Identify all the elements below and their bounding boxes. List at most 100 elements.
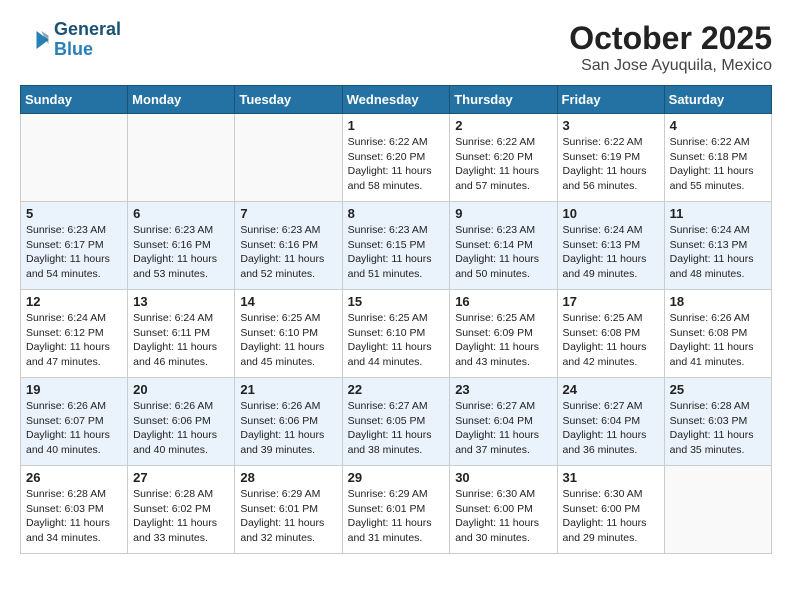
weekday-header: Thursday [450,86,557,114]
day-number: 20 [133,382,229,397]
day-number: 17 [563,294,659,309]
calendar-day: 26 Sunrise: 6:28 AM Sunset: 6:03 PM Dayli… [21,466,128,554]
day-info: Sunrise: 6:27 AM Sunset: 6:05 PM Dayligh… [348,399,445,458]
weekday-header: Saturday [664,86,771,114]
day-info: Sunrise: 6:29 AM Sunset: 6:01 PM Dayligh… [348,487,445,546]
day-number: 6 [133,206,229,221]
day-info: Sunrise: 6:26 AM Sunset: 6:06 PM Dayligh… [133,399,229,458]
calendar-day: 10 Sunrise: 6:24 AM Sunset: 6:13 PM Dayli… [557,202,664,290]
calendar-day: 29 Sunrise: 6:29 AM Sunset: 6:01 PM Dayli… [342,466,450,554]
calendar-day: 13 Sunrise: 6:24 AM Sunset: 6:11 PM Dayli… [128,290,235,378]
calendar-empty [21,114,128,202]
calendar-day: 30Sunrise: 6:30 AM Sunset: 6:00 PM Dayli… [450,466,557,554]
day-number: 18 [670,294,766,309]
day-number: 4 [670,118,766,133]
calendar-empty [235,114,342,202]
calendar-day: 24Sunrise: 6:27 AM Sunset: 6:04 PM Dayli… [557,378,664,466]
calendar-day: 9Sunrise: 6:23 AM Sunset: 6:14 PM Daylig… [450,202,557,290]
calendar-day: 2Sunrise: 6:22 AM Sunset: 6:20 PM Daylig… [450,114,557,202]
day-info: Sunrise: 6:30 AM Sunset: 6:00 PM Dayligh… [563,487,659,546]
calendar-day: 23 Sunrise: 6:27 AM Sunset: 6:04 PM Dayli… [450,378,557,466]
day-info: Sunrise: 6:26 AM Sunset: 6:06 PM Dayligh… [240,399,336,458]
day-info: Sunrise: 6:26 AM Sunset: 6:08 PM Dayligh… [670,311,766,370]
day-info: Sunrise: 6:28 AM Sunset: 6:02 PM Dayligh… [133,487,229,546]
calendar-week-row: 19 Sunrise: 6:26 AM Sunset: 6:07 PM Dayli… [21,378,772,466]
calendar-day: 18 Sunrise: 6:26 AM Sunset: 6:08 PM Dayli… [664,290,771,378]
day-info: Sunrise: 6:28 AM Sunset: 6:03 PM Dayligh… [670,399,766,458]
day-info: Sunrise: 6:28 AM Sunset: 6:03 PM Dayligh… [26,487,122,546]
day-number: 11 [670,206,766,221]
calendar-day: 3Sunrise: 6:22 AM Sunset: 6:19 PM Daylig… [557,114,664,202]
day-info: Sunrise: 6:23 AM Sunset: 6:15 PM Dayligh… [348,223,445,282]
calendar-day: 28 Sunrise: 6:29 AM Sunset: 6:01 PM Dayli… [235,466,342,554]
calendar-day: 7 Sunrise: 6:23 AM Sunset: 6:16 PM Daylig… [235,202,342,290]
weekday-header: Monday [128,86,235,114]
day-info: Sunrise: 6:30 AM Sunset: 6:00 PM Dayligh… [455,487,551,546]
calendar-day: 12Sunrise: 6:24 AM Sunset: 6:12 PM Dayli… [21,290,128,378]
calendar-empty [664,466,771,554]
calendar-day: 31 Sunrise: 6:30 AM Sunset: 6:00 PM Dayli… [557,466,664,554]
day-info: Sunrise: 6:24 AM Sunset: 6:11 PM Dayligh… [133,311,229,370]
day-number: 19 [26,382,122,397]
day-info: Sunrise: 6:29 AM Sunset: 6:01 PM Dayligh… [240,487,336,546]
calendar-day: 8Sunrise: 6:23 AM Sunset: 6:15 PM Daylig… [342,202,450,290]
page-header: General Blue October 2025 San Jose Ayuqu… [20,20,772,75]
day-info: Sunrise: 6:25 AM Sunset: 6:08 PM Dayligh… [563,311,659,370]
day-number: 13 [133,294,229,309]
title-block: October 2025 San Jose Ayuquila, Mexico [569,20,772,75]
calendar-empty [128,114,235,202]
calendar-day: 11 Sunrise: 6:24 AM Sunset: 6:13 PM Dayli… [664,202,771,290]
location: San Jose Ayuquila, Mexico [569,57,772,75]
day-number: 10 [563,206,659,221]
calendar-day: 16 Sunrise: 6:25 AM Sunset: 6:09 PM Dayli… [450,290,557,378]
day-number: 7 [240,206,336,221]
logo-text: General Blue [54,20,121,60]
day-number: 31 [563,470,659,485]
day-number: 14 [240,294,336,309]
day-info: Sunrise: 6:23 AM Sunset: 6:16 PM Dayligh… [240,223,336,282]
day-number: 1 [348,118,445,133]
day-info: Sunrise: 6:22 AM Sunset: 6:20 PM Dayligh… [348,135,445,194]
calendar-day: 14Sunrise: 6:25 AM Sunset: 6:10 PM Dayli… [235,290,342,378]
logo-icon [20,25,50,55]
weekday-header: Friday [557,86,664,114]
calendar-week-row: 12Sunrise: 6:24 AM Sunset: 6:12 PM Dayli… [21,290,772,378]
day-info: Sunrise: 6:24 AM Sunset: 6:13 PM Dayligh… [670,223,766,282]
day-info: Sunrise: 6:22 AM Sunset: 6:18 PM Dayligh… [670,135,766,194]
calendar-week-row: 5 Sunrise: 6:23 AM Sunset: 6:17 PM Daylig… [21,202,772,290]
calendar-day: 27 Sunrise: 6:28 AM Sunset: 6:02 PM Dayli… [128,466,235,554]
logo-line2: Blue [54,40,121,60]
day-number: 5 [26,206,122,221]
day-number: 3 [563,118,659,133]
calendar-day: 22Sunrise: 6:27 AM Sunset: 6:05 PM Dayli… [342,378,450,466]
day-info: Sunrise: 6:23 AM Sunset: 6:14 PM Dayligh… [455,223,551,282]
calendar-day: 5 Sunrise: 6:23 AM Sunset: 6:17 PM Daylig… [21,202,128,290]
day-info: Sunrise: 6:22 AM Sunset: 6:20 PM Dayligh… [455,135,551,194]
day-info: Sunrise: 6:23 AM Sunset: 6:17 PM Dayligh… [26,223,122,282]
weekday-header: Sunday [21,86,128,114]
day-info: Sunrise: 6:27 AM Sunset: 6:04 PM Dayligh… [455,399,551,458]
weekday-header-row: SundayMondayTuesdayWednesdayThursdayFrid… [21,86,772,114]
logo-line1: General [54,20,121,40]
day-info: Sunrise: 6:23 AM Sunset: 6:16 PM Dayligh… [133,223,229,282]
day-number: 12 [26,294,122,309]
logo: General Blue [20,20,121,60]
day-info: Sunrise: 6:24 AM Sunset: 6:13 PM Dayligh… [563,223,659,282]
weekday-header: Wednesday [342,86,450,114]
calendar-day: 4 Sunrise: 6:22 AM Sunset: 6:18 PM Daylig… [664,114,771,202]
day-number: 23 [455,382,551,397]
calendar-day: 1 Sunrise: 6:22 AM Sunset: 6:20 PM Daylig… [342,114,450,202]
day-number: 26 [26,470,122,485]
calendar-day: 15Sunrise: 6:25 AM Sunset: 6:10 PM Dayli… [342,290,450,378]
day-number: 28 [240,470,336,485]
day-number: 27 [133,470,229,485]
calendar-day: 6 Sunrise: 6:23 AM Sunset: 6:16 PM Daylig… [128,202,235,290]
day-info: Sunrise: 6:25 AM Sunset: 6:09 PM Dayligh… [455,311,551,370]
day-info: Sunrise: 6:26 AM Sunset: 6:07 PM Dayligh… [26,399,122,458]
day-number: 16 [455,294,551,309]
month-title: October 2025 [569,20,772,57]
weekday-header: Tuesday [235,86,342,114]
day-number: 24 [563,382,659,397]
day-number: 29 [348,470,445,485]
calendar-day: 21Sunrise: 6:26 AM Sunset: 6:06 PM Dayli… [235,378,342,466]
